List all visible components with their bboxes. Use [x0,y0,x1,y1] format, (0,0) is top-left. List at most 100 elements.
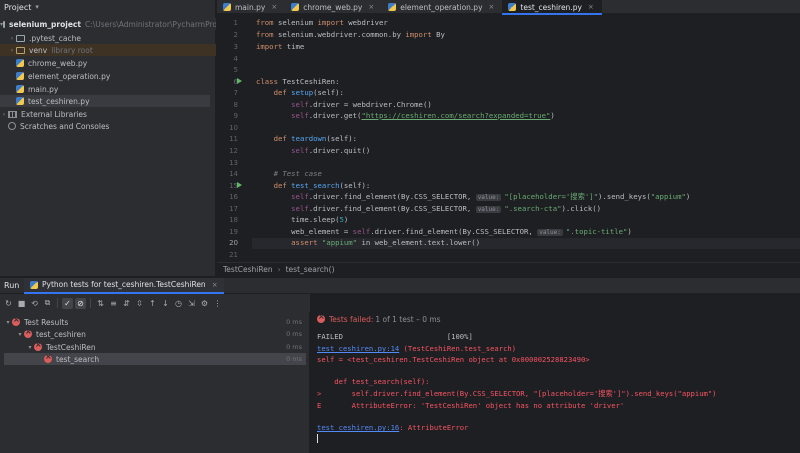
import-icon[interactable]: ⇲ [186,298,197,309]
tree-item-venv[interactable]: › venv library root [0,44,216,56]
duration: 0 ms [286,355,302,363]
python-file-icon [388,3,397,11]
source-link[interactable]: test_ceshiren.py:16 [317,423,399,432]
python-file-icon [16,97,24,105]
close-icon[interactable]: × [271,3,277,11]
code-editor[interactable]: from selenium import webdriver from sele… [252,15,800,260]
chevron-down-icon[interactable]: ▾ [4,319,12,326]
tab-label: main.py [235,2,266,12]
chevron-right-icon[interactable]: › [8,47,16,54]
line-number: 12 [229,147,238,155]
source-link[interactable]: test_ceshiren.py:14 [317,344,399,353]
duration: 0 ms [286,343,302,351]
tree-item-test-results[interactable]: ▾ Test Results 0 ms [0,315,306,328]
code-line: def teardown(self): [273,134,358,143]
breadcrumb-class[interactable]: TestCeshiRen [223,265,273,274]
tree-item-label: .pytest_cache [29,33,81,43]
tree-item-label: External Libraries [21,109,87,119]
python-file-icon [16,59,24,67]
sort-icon[interactable]: ⇅ [95,298,106,309]
project-title: Project [4,2,32,12]
folder-icon [3,20,6,28]
tree-item-test-ceshiren[interactable]: test_ceshiren.py [0,95,210,107]
tree-item-chrome-web[interactable]: chrome_web.py [0,57,216,69]
chevron-down-icon[interactable]: ▾ [16,331,24,338]
line-number: 2 [233,31,238,39]
folder-icon [16,34,25,42]
close-icon[interactable]: × [588,3,594,11]
breadcrumb: TestCeshiRen › test_search() [217,262,800,276]
tree-item-element-operation[interactable]: element_operation.py [0,70,216,82]
close-icon[interactable]: × [212,281,218,289]
show-ignored-icon[interactable]: ⊘ [75,297,86,309]
show-passed-icon[interactable]: ✓ [62,297,73,309]
editor-tabs: main.py × chrome_web.py × element_operat… [217,0,800,15]
code-line: web_element = self.driver.find_element(B… [291,227,632,236]
line-number: 18 [229,216,238,224]
python-tests-icon [30,280,38,289]
project-header[interactable]: Project ▾ [0,0,215,14]
code-line-current: assert "appium" in web_element.text.lowe… [252,238,800,249]
toggle-auto-test-icon[interactable]: ⧉ [42,298,53,309]
chevron-down-icon[interactable]: ▾ [26,344,34,351]
console-line: test_ceshiren.py:16: AttributeError [317,423,469,432]
duration: 0 ms [286,330,302,338]
line-number: 13 [229,159,238,167]
code-line: time.sleep(5) [291,215,349,224]
tree-item-scratches[interactable]: Scratches and Consoles [0,120,216,132]
next-icon[interactable]: ↓ [160,298,171,309]
rerun-failed-icon[interactable]: ⟲ [29,298,40,309]
error-icon [317,312,325,323]
code-line: from selenium import webdriver [256,18,388,27]
run-gutter-icon[interactable] [237,182,242,188]
chevron-right-icon: › [277,265,281,274]
parameter-hint: value: [537,229,563,236]
tab-label: chrome_web.py [303,2,363,12]
history-icon[interactable]: ◷ [173,298,184,309]
tab-main[interactable]: main.py × [217,0,285,14]
console-line: def test_search(self): [317,377,430,386]
console-output[interactable]: FAILED [100%] test_ceshiren.py:14 (TestC… [311,326,800,453]
code-line: def test_search(self): [273,181,371,190]
tree-item-pytest-cache[interactable]: › .pytest_cache [0,32,216,44]
chevron-right-icon[interactable]: › [8,35,16,42]
tab-label: test_ceshiren.py [520,2,582,12]
tree-item-test-search[interactable]: test_search 0 ms [4,352,306,365]
tree-item-main[interactable]: main.py [0,83,216,95]
more-icon[interactable]: ⋮ [212,298,223,309]
expand-all-icon[interactable]: ⇵ [121,298,132,309]
code-line: self.driver.get("https://ceshiren.com/se… [291,111,555,120]
tree-root[interactable]: ▾ selenium_project C:\Users\Administrato… [0,18,216,30]
tree-item-test-ceshiren[interactable]: ▾ test_ceshiren 0 ms [0,327,306,340]
console-line: FAILED [100%] [317,332,473,341]
run-gutter-icon[interactable] [237,78,242,84]
line-number: 4 [233,55,238,63]
tree-item-label: main.py [28,84,59,94]
run-toolbar: ↻ ■ ⟲ ⧉ ✓ ⊘ ⇅ ≡ ⇵ ⇳ ↑ ↓ ◷ ⇲ ⚙ ⋮ [0,294,310,312]
tab-chrome-web[interactable]: chrome_web.py × [285,0,382,14]
chevron-down-icon[interactable]: ▾ [35,3,39,11]
console-line: > self.driver.find_element(By.CSS_SELECT… [317,389,717,398]
rerun-icon[interactable]: ↻ [3,298,14,309]
run-config-tab[interactable]: Python tests for test_ceshiren.TestCeshi… [24,277,224,294]
run-title: Run [4,281,20,290]
collapse-all-icon[interactable]: ⇳ [134,298,145,309]
duration: 0 ms [286,318,302,326]
close-icon[interactable]: × [489,3,495,11]
tree-item-external-libraries[interactable]: › External Libraries [0,108,216,120]
close-icon[interactable]: × [368,3,374,11]
chevron-right-icon[interactable]: › [0,111,8,118]
tab-element-operation[interactable]: element_operation.py × [382,0,502,14]
line-number: 6 [233,78,238,86]
line-number: 19 [229,228,238,236]
settings-icon[interactable]: ⚙ [199,298,210,309]
console-line: self = <test_ceshiren.TestCeshiRen objec… [317,355,590,364]
scratches-icon [8,122,16,130]
line-number: 14 [229,170,238,178]
breadcrumb-method[interactable]: test_search() [286,265,335,274]
sort-duration-icon[interactable]: ≡ [108,298,119,309]
previous-icon[interactable]: ↑ [147,298,158,309]
tab-test-ceshiren[interactable]: test_ceshiren.py × [502,0,603,15]
stop-icon[interactable]: ■ [16,298,27,309]
line-number: 7 [233,89,238,97]
